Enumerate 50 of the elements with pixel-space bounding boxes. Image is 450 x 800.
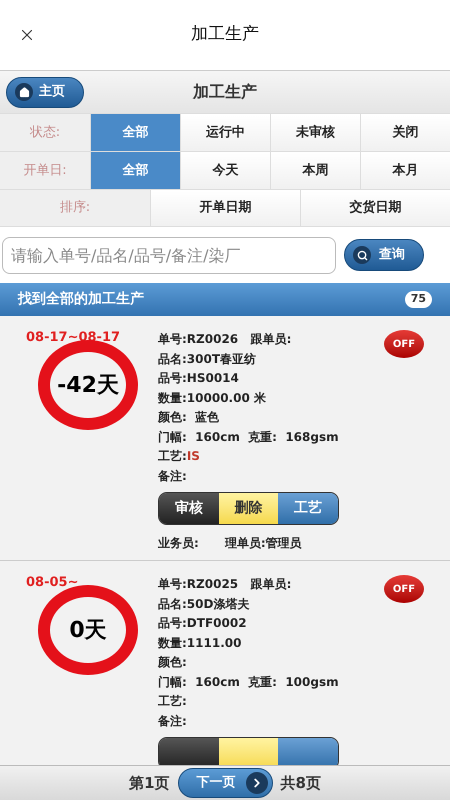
- home-icon: [18, 86, 30, 98]
- sort-label: 排序:: [0, 190, 150, 226]
- days-ring: -42天: [38, 340, 138, 430]
- order-detail: 数量:1111.00: [158, 634, 242, 652]
- action-button[interactable]: 删除: [218, 493, 278, 524]
- order-detail: 品名:50D涤塔夫: [158, 596, 250, 612]
- filter-option[interactable]: 全部: [90, 152, 180, 189]
- search-icon: [356, 250, 368, 260]
- current-page: 第1页: [129, 772, 170, 794]
- order-detail: 数量:10000.00 米: [158, 390, 267, 406]
- next-page-button[interactable]: 下一页: [178, 768, 272, 798]
- search-button[interactable]: 查询: [344, 239, 424, 271]
- filter-option[interactable]: 关闭: [360, 114, 450, 151]
- filter-option[interactable]: 今天: [180, 152, 270, 189]
- order-detail: 品号:HS0014: [158, 370, 240, 387]
- order-detail: 工艺:: [158, 693, 188, 710]
- header-title: 加工生产: [193, 81, 257, 103]
- count-badge: 75: [404, 291, 432, 308]
- order-detail: 品名:300T春亚纺: [158, 350, 258, 368]
- filter-label: 开单日:: [0, 152, 90, 189]
- home-button[interactable]: 主页: [6, 76, 84, 108]
- order-detail: 单号:RZ0025 跟单员:: [158, 576, 292, 593]
- order-detail: 品号:DTF0002: [158, 615, 248, 632]
- order-detail: 备注:: [158, 712, 188, 730]
- filter-option[interactable]: 本月: [360, 152, 450, 189]
- results-title: 找到全部的加工生产: [18, 290, 144, 309]
- order-detail: 单号:RZ0026 跟单员:: [158, 331, 292, 348]
- staff-label: 理单员:管理员: [224, 535, 302, 552]
- search-field[interactable]: 请输入单号/品名/品号/备注/染厂: [2, 236, 336, 274]
- order-detail: 颜色: 蓝色: [158, 409, 220, 426]
- filter-option[interactable]: 交货日期: [300, 190, 450, 226]
- filter-label: 状态:: [0, 114, 90, 151]
- off-toggle[interactable]: OFF: [384, 330, 424, 358]
- days-ring: 0天: [38, 585, 138, 675]
- filter-option[interactable]: 开单日期: [150, 190, 300, 226]
- action-button[interactable]: 工艺: [278, 493, 338, 524]
- action-button[interactable]: 审核: [159, 493, 219, 524]
- order-detail: 颜色:: [158, 654, 188, 671]
- order-detail: 门幅: 160cm 克重: 100gsm: [158, 674, 340, 691]
- filter-option[interactable]: 全部: [90, 114, 180, 151]
- order-detail: 门幅: 160cm 克重: 168gsm: [158, 428, 340, 446]
- staff-label: 业务员:: [158, 535, 199, 552]
- filter-option[interactable]: 未审核: [270, 114, 360, 151]
- order-detail: 备注:: [158, 468, 188, 484]
- order-detail: 工艺:IS: [158, 448, 201, 465]
- filter-option[interactable]: 本周: [270, 152, 360, 189]
- filter-option[interactable]: 运行中: [180, 114, 270, 151]
- off-toggle[interactable]: OFF: [384, 575, 424, 603]
- total-pages: 共8页: [280, 772, 321, 794]
- page-title: 加工生产: [191, 23, 259, 46]
